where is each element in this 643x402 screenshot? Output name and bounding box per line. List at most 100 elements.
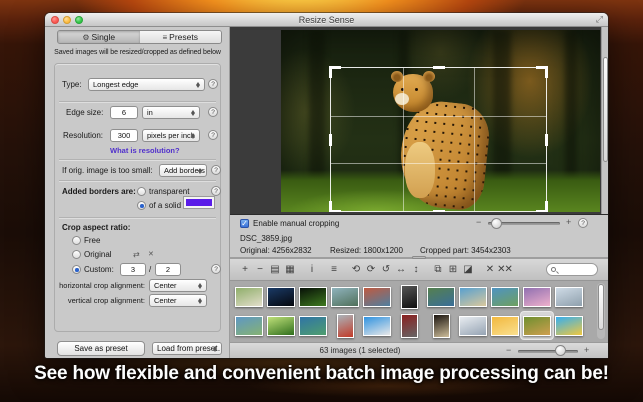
type-popup[interactable]: Longest edge [88, 78, 205, 91]
thumbnail-lake-reflection[interactable] [297, 312, 329, 339]
zoom-help-button[interactable]: ? [578, 218, 588, 228]
original-size-label: Original: 4256x2832 [240, 246, 312, 255]
crop-icon[interactable]: ⧉ [430, 260, 445, 280]
crop-handle-n[interactable] [433, 66, 445, 69]
thumbnails-scrollbar-thumb[interactable] [598, 284, 604, 330]
thumbnail-image [491, 287, 519, 307]
resolution-link[interactable]: What is resolution? [110, 146, 180, 155]
cropped-size-label: Cropped part: 3454x2303 [420, 246, 511, 255]
edge-unit-popup[interactable]: in [142, 106, 200, 119]
radio-original-label: Original [84, 250, 112, 259]
crop-handle-sw[interactable] [329, 201, 341, 212]
thumbnail-coast-cliffs[interactable] [425, 283, 457, 310]
info-icon[interactable]: i [304, 260, 319, 280]
thumbnail-cheetah[interactable] [521, 312, 553, 339]
zoom-in-icon[interactable]: + [566, 217, 571, 227]
thumbnail-hiker-red[interactable] [329, 312, 361, 339]
flip-vertical-icon[interactable]: ↕ [408, 260, 423, 280]
thumbnail-old-town[interactable] [361, 283, 393, 310]
list-view-icon[interactable]: ≡ [326, 260, 341, 280]
thumbnail-violet-dusk[interactable] [521, 283, 553, 310]
load-preset-popup[interactable]: Load from preset… [152, 342, 222, 355]
thumbnail-bonsai-blue[interactable] [361, 312, 393, 339]
crop-handle-se[interactable] [536, 201, 548, 212]
rotate-right-icon[interactable]: ⟳ [363, 260, 378, 280]
custom-width-field[interactable]: 3 [120, 263, 146, 276]
thumbnail-lake-panorama[interactable] [233, 312, 265, 339]
crop-handle-e[interactable] [545, 134, 548, 146]
fullscreen-icon[interactable]: ⤢ [596, 14, 603, 25]
thumb-size-minus-icon[interactable]: − [506, 345, 511, 355]
rotate-180-icon[interactable]: ↺ [378, 260, 393, 280]
tab-single[interactable]: ⚙Single [58, 31, 140, 43]
search-input[interactable] [558, 264, 596, 275]
subtract-icon[interactable]: − [252, 260, 267, 280]
edge-help-button[interactable]: ? [208, 107, 218, 117]
thumbnail-beach-cove[interactable] [457, 283, 489, 310]
thumbnail-couple-bw[interactable] [393, 312, 425, 339]
remove-all-icon[interactable]: ✕✕ [497, 260, 512, 280]
thumbnail-bw-portrait[interactable] [393, 283, 425, 310]
borders-help-button[interactable]: ? [211, 186, 221, 196]
crop-handle-w[interactable] [329, 134, 332, 146]
custom-height-field[interactable]: 2 [155, 263, 181, 276]
too-small-help-button[interactable]: ? [211, 165, 221, 175]
clear-crop-icon[interactable]: ◪ [460, 260, 475, 280]
thumb-size-knob[interactable] [555, 345, 566, 356]
thumbnail-giraffe[interactable] [553, 312, 585, 339]
thumbnail-coastline[interactable] [489, 283, 521, 310]
title-bar[interactable]: Resize Sense ⤢ [45, 13, 608, 27]
crop-rectangle[interactable] [330, 67, 547, 212]
save-preset-button[interactable]: Save as preset [57, 341, 145, 356]
zoom-out-icon[interactable]: − [476, 217, 481, 227]
edge-size-field[interactable]: 6 [110, 106, 138, 119]
thumbnail-night-harbor[interactable] [265, 283, 297, 310]
flip-horizontal-icon[interactable]: ↔ [393, 260, 408, 280]
radio-custom[interactable] [72, 265, 81, 274]
swap-aspect-icon[interactable]: ⇄ [133, 250, 140, 259]
add-icon[interactable]: + [237, 260, 252, 280]
enable-cropping-checkbox[interactable]: ✓ [240, 219, 249, 228]
radio-solid-color[interactable] [137, 201, 146, 210]
preview-scrollbar[interactable] [601, 27, 608, 215]
thumbnail-image [401, 314, 418, 338]
thumbnail-park[interactable] [233, 283, 265, 310]
tab-presets[interactable]: ≡Presets [140, 31, 222, 43]
thumbnail-sunset-meadow[interactable] [489, 312, 521, 339]
valign-popup[interactable]: Center [149, 294, 207, 307]
thumbnails-scrollbar[interactable] [597, 283, 605, 339]
thumbnail-green-park[interactable] [265, 312, 297, 339]
save-all-icon[interactable]: ▦ [282, 260, 297, 280]
save-icon[interactable]: ▤ [267, 260, 282, 280]
radio-free[interactable] [72, 236, 81, 245]
too-small-popup[interactable]: Add borders [159, 164, 207, 177]
crop-handle-s[interactable] [433, 210, 445, 212]
thumbnail-winter-trees[interactable] [457, 312, 489, 339]
border-color-swatch[interactable] [184, 197, 214, 208]
thumbnail-sea-ruins[interactable] [553, 283, 585, 310]
preview-scrollbar-thumb[interactable] [603, 57, 608, 162]
clear-aspect-icon[interactable]: ✕ [148, 250, 154, 258]
crop-handle-ne[interactable] [536, 66, 548, 78]
resolution-field[interactable]: 300 [110, 129, 138, 142]
thumbnail-night-lights[interactable] [297, 283, 329, 310]
radio-transparent[interactable] [137, 187, 146, 196]
search-field[interactable] [546, 263, 598, 276]
rotate-left-icon[interactable]: ⟲ [348, 260, 363, 280]
resolution-help-button[interactable]: ? [208, 130, 218, 140]
halign-popup[interactable]: Center [149, 279, 207, 292]
crop-all-icon[interactable]: ⊞ [445, 260, 460, 280]
thumb-size-plus-icon[interactable]: + [584, 345, 589, 355]
thumbnail-image [433, 314, 450, 338]
thumbnail-river-city[interactable] [329, 283, 361, 310]
thumbnail-image [267, 316, 295, 336]
radio-original[interactable] [72, 250, 81, 259]
preview-zoom-knob[interactable] [491, 218, 502, 229]
custom-help-button[interactable]: ? [211, 264, 221, 274]
resolution-unit-popup[interactable]: pixels per inch [142, 129, 200, 142]
crop-handle-nw[interactable] [329, 66, 341, 78]
remove-icon[interactable]: ✕ [482, 260, 497, 280]
thumb-size-slider[interactable] [518, 350, 578, 353]
thumbnail-moonrise[interactable] [425, 312, 457, 339]
type-help-button[interactable]: ? [208, 79, 218, 89]
